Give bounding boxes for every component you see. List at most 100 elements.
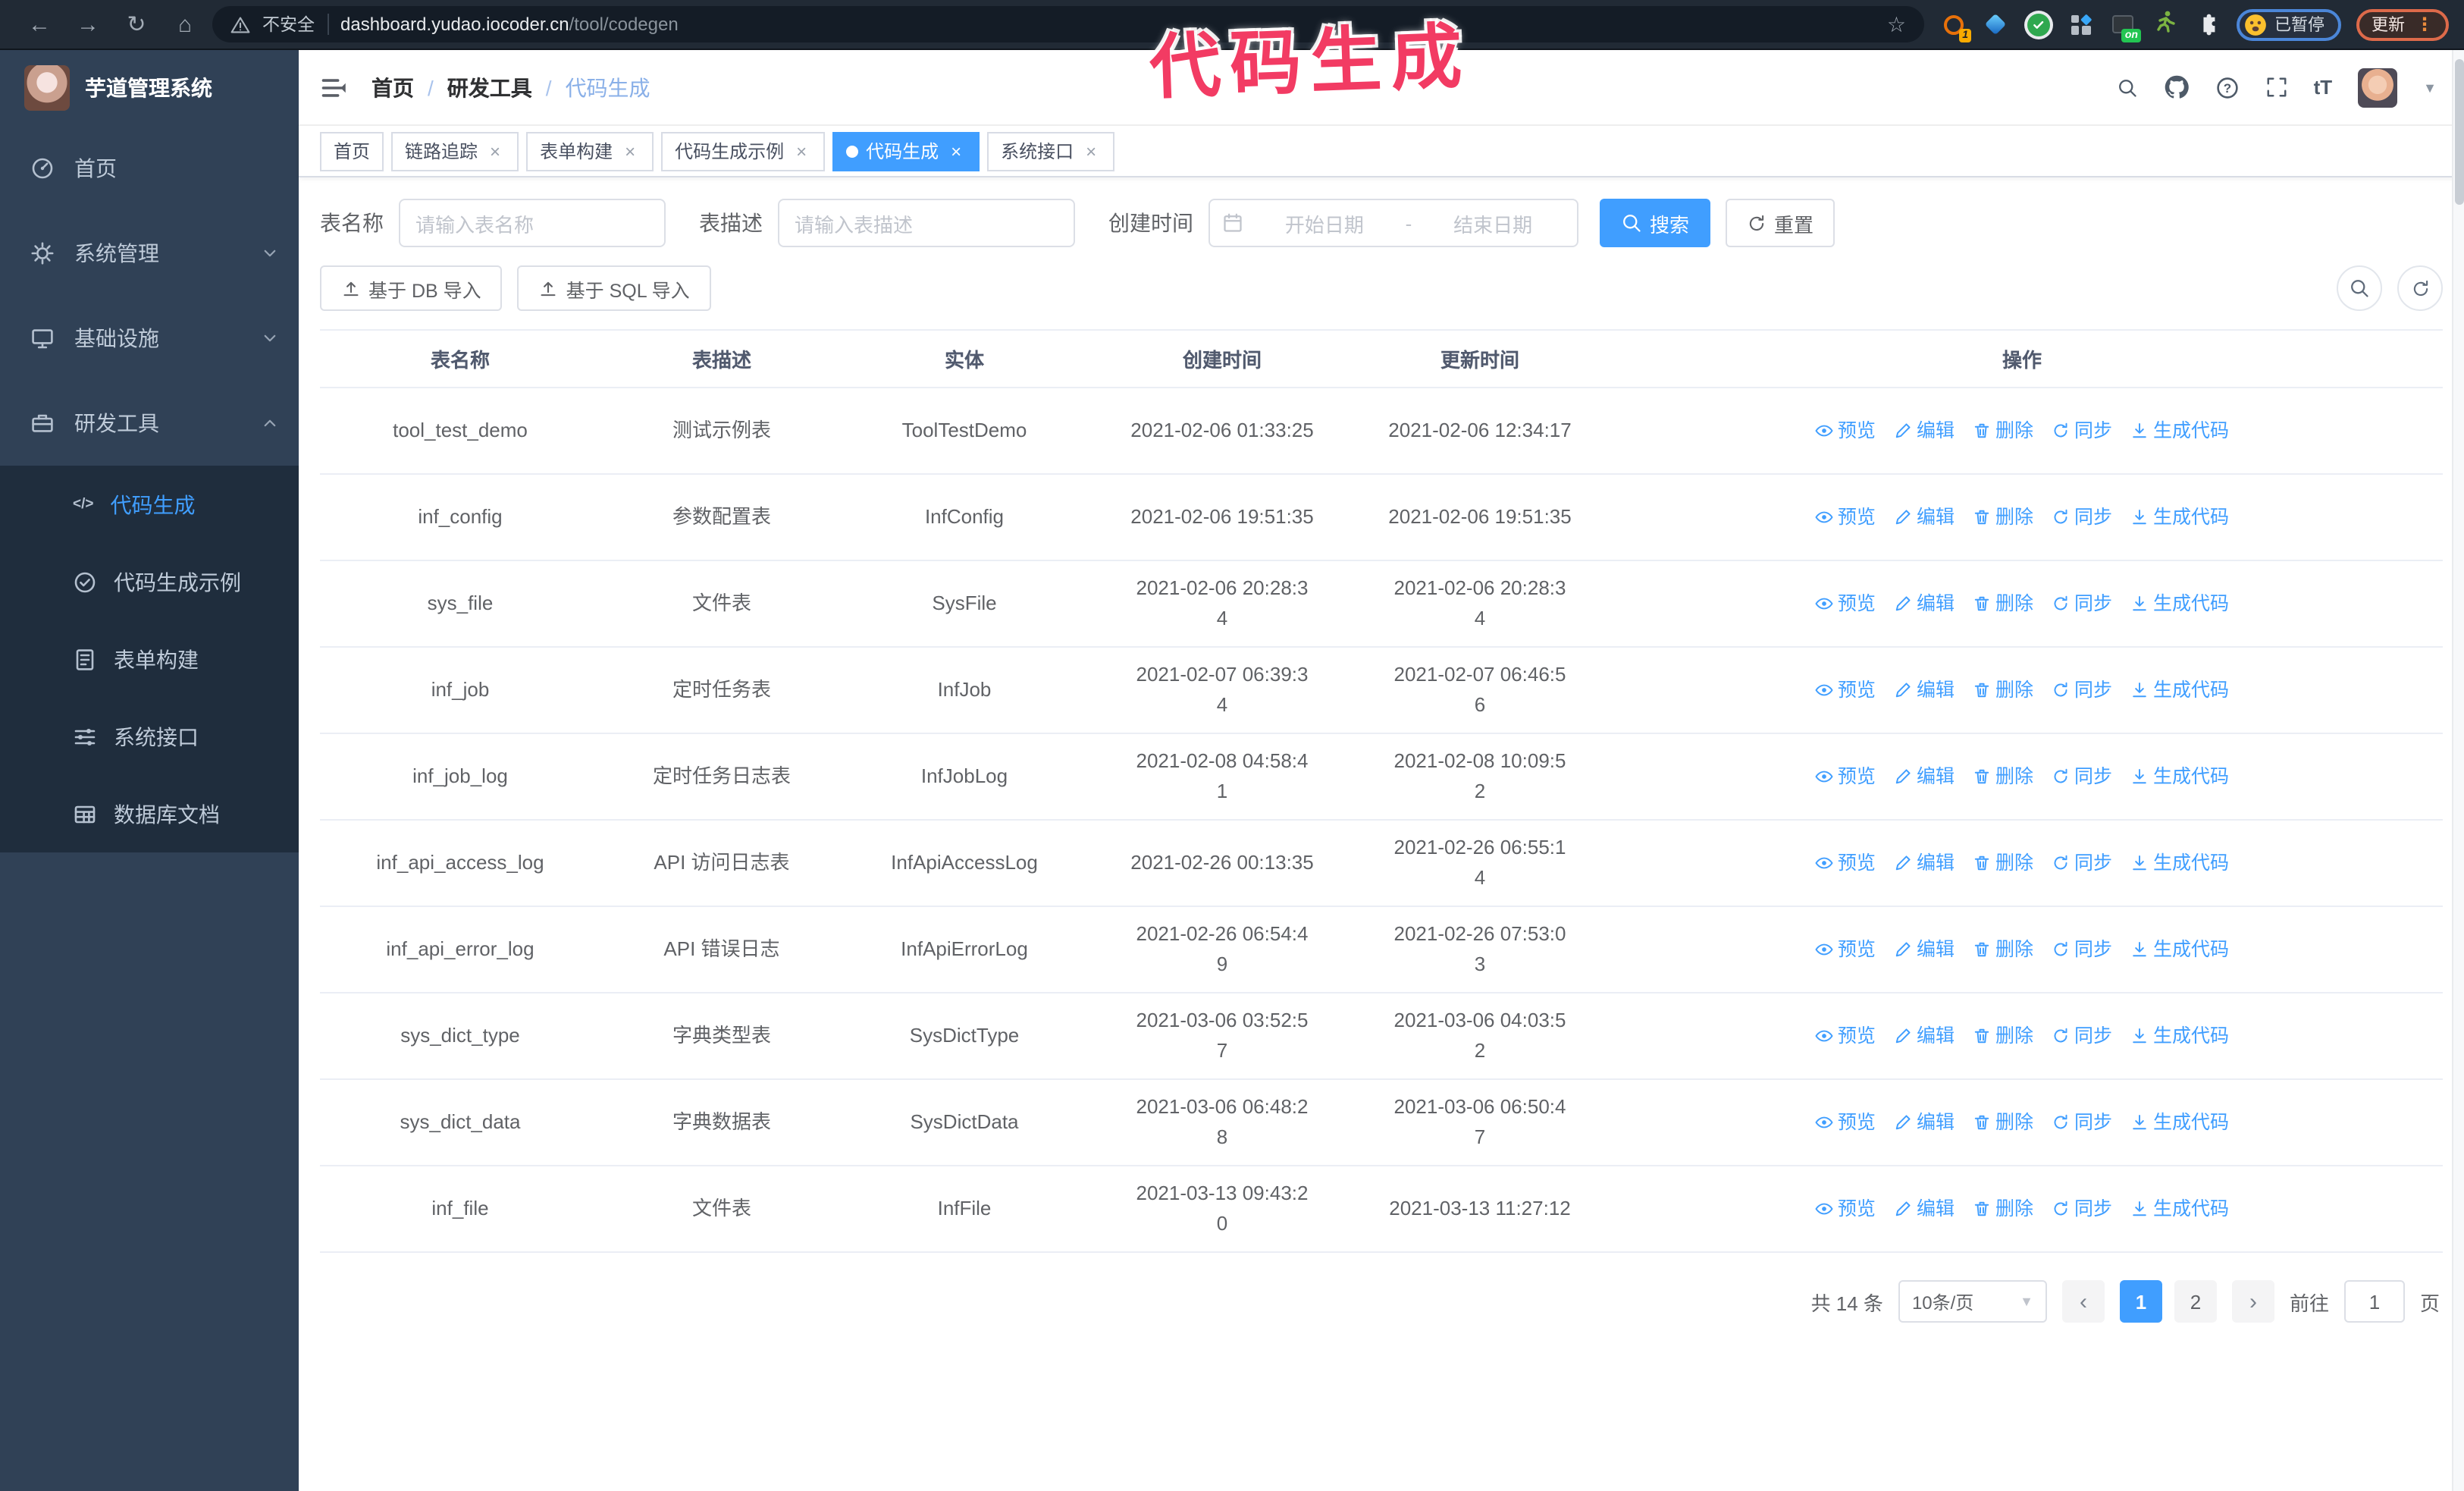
toggle-search-button[interactable]: [2337, 265, 2382, 311]
sidebar-item-system-api[interactable]: 系统接口: [0, 698, 299, 775]
delete-link[interactable]: 删除: [1973, 502, 2033, 532]
sync-link[interactable]: 同步: [2052, 675, 2112, 705]
sidebar-item-home[interactable]: 首页: [0, 126, 299, 211]
close-icon[interactable]: ×: [620, 140, 640, 162]
user-avatar[interactable]: [2358, 67, 2398, 107]
edit-link[interactable]: 编辑: [1894, 1194, 1955, 1224]
scrollbar-thumb[interactable]: [2455, 59, 2464, 205]
sync-link[interactable]: 同步: [2052, 502, 2112, 532]
bookmark-star-icon[interactable]: ☆: [1887, 11, 1906, 37]
sidebar-item-infra[interactable]: 基础设施: [0, 296, 299, 381]
goto-page-input[interactable]: 1: [2343, 1280, 2405, 1323]
sync-link[interactable]: 同步: [2052, 589, 2112, 619]
delete-link[interactable]: 删除: [1973, 589, 2033, 619]
extension-orange-ring-icon[interactable]: 1: [1936, 8, 1971, 42]
date-range-picker[interactable]: 开始日期 - 结束日期: [1208, 199, 1578, 247]
delete-link[interactable]: 删除: [1973, 675, 2033, 705]
generate-code-link[interactable]: 生成代码: [2130, 848, 2229, 878]
breadcrumb-item[interactable]: 首页: [371, 72, 414, 102]
extension-puzzle-icon[interactable]: [2191, 8, 2224, 41]
sync-link[interactable]: 同步: [2052, 761, 2112, 792]
tab-system-api[interactable]: 系统接口 ×: [987, 131, 1115, 171]
edit-link[interactable]: 编辑: [1894, 761, 1955, 792]
generate-code-link[interactable]: 生成代码: [2130, 934, 2229, 965]
table-desc-input[interactable]: 请输入表描述: [778, 199, 1075, 247]
tab-form-builder[interactable]: 表单构建 ×: [526, 131, 654, 171]
tab-home[interactable]: 首页: [320, 131, 384, 171]
extension-power-icon[interactable]: on: [2106, 8, 2141, 42]
prev-page-button[interactable]: ‹: [2061, 1280, 2105, 1323]
delete-link[interactable]: 删除: [1973, 1021, 2033, 1051]
page-size-select[interactable]: 10条/页 ▼: [1898, 1280, 2047, 1323]
edit-link[interactable]: 编辑: [1894, 589, 1955, 619]
back-arrow-icon[interactable]: ←: [15, 11, 64, 37]
edit-link[interactable]: 编辑: [1894, 416, 1955, 446]
sync-link[interactable]: 同步: [2052, 848, 2112, 878]
generate-code-link[interactable]: 生成代码: [2130, 502, 2229, 532]
forward-arrow-icon[interactable]: →: [64, 11, 112, 37]
edit-link[interactable]: 编辑: [1894, 675, 1955, 705]
sidebar-item-codegen[interactable]: </> 代码生成: [0, 466, 299, 543]
font-size-icon[interactable]: tT: [2314, 76, 2333, 99]
generate-code-link[interactable]: 生成代码: [2130, 1021, 2229, 1051]
next-page-button[interactable]: ›: [2231, 1280, 2274, 1323]
page-button-1[interactable]: 1: [2119, 1280, 2162, 1323]
refresh-table-button[interactable]: [2397, 265, 2443, 311]
extension-blue-diamond-icon[interactable]: [1979, 8, 2012, 41]
delete-link[interactable]: 删除: [1973, 761, 2033, 792]
fullscreen-icon[interactable]: [2265, 76, 2288, 99]
preview-link[interactable]: 预览: [1815, 502, 1876, 532]
search-button[interactable]: 搜索: [1600, 199, 1711, 247]
delete-link[interactable]: 删除: [1973, 934, 2033, 965]
preview-link[interactable]: 预览: [1815, 848, 1876, 878]
address-bar[interactable]: 不安全 dashboard.yudao.iocoder.cn/tool/code…: [212, 6, 1924, 42]
import-db-button[interactable]: 基于 DB 导入: [320, 265, 503, 311]
generate-code-link[interactable]: 生成代码: [2130, 1194, 2229, 1224]
help-icon[interactable]: ?: [2215, 75, 2240, 99]
preview-link[interactable]: 预览: [1815, 1194, 1876, 1224]
app-logo[interactable]: 芋道管理系统: [0, 50, 299, 126]
tab-codegen[interactable]: 代码生成 ×: [832, 131, 980, 171]
preview-link[interactable]: 预览: [1815, 1107, 1876, 1138]
sidebar-item-system[interactable]: 系统管理: [0, 211, 299, 296]
delete-link[interactable]: 删除: [1973, 416, 2033, 446]
sync-link[interactable]: 同步: [2052, 934, 2112, 965]
preview-link[interactable]: 预览: [1815, 761, 1876, 792]
sync-link[interactable]: 同步: [2052, 1194, 2112, 1224]
extension-green-check-icon[interactable]: [2021, 8, 2055, 41]
preview-link[interactable]: 预览: [1815, 589, 1876, 619]
generate-code-link[interactable]: 生成代码: [2130, 416, 2229, 446]
delete-link[interactable]: 删除: [1973, 1107, 2033, 1138]
hamburger-icon[interactable]: [320, 74, 347, 101]
tab-tracing[interactable]: 链路追踪 ×: [391, 131, 519, 171]
github-icon[interactable]: [2164, 74, 2190, 100]
table-name-input[interactable]: 请输入表名称: [399, 199, 666, 247]
extension-grid-icon[interactable]: [2064, 8, 2097, 41]
home-icon[interactable]: ⌂: [161, 11, 209, 37]
close-icon[interactable]: ×: [946, 140, 966, 162]
generate-code-link[interactable]: 生成代码: [2130, 589, 2229, 619]
sync-link[interactable]: 同步: [2052, 1021, 2112, 1051]
extension-runner-icon[interactable]: [2149, 8, 2182, 41]
chevron-down-icon[interactable]: ▼: [2423, 80, 2437, 95]
sidebar-item-codegen-example[interactable]: 代码生成示例: [0, 543, 299, 620]
sync-link[interactable]: 同步: [2052, 416, 2112, 446]
edit-link[interactable]: 编辑: [1894, 1107, 1955, 1138]
close-icon[interactable]: ×: [1081, 140, 1101, 162]
sidebar-item-db-doc[interactable]: 数据库文档: [0, 775, 299, 852]
sidebar-item-form-builder[interactable]: 表单构建: [0, 620, 299, 698]
delete-link[interactable]: 删除: [1973, 1194, 2033, 1224]
close-icon[interactable]: ×: [485, 140, 505, 162]
import-sql-button[interactable]: 基于 SQL 导入: [517, 265, 711, 311]
edit-link[interactable]: 编辑: [1894, 934, 1955, 965]
search-icon[interactable]: [2117, 77, 2138, 98]
preview-link[interactable]: 预览: [1815, 675, 1876, 705]
delete-link[interactable]: 删除: [1973, 848, 2033, 878]
preview-link[interactable]: 预览: [1815, 416, 1876, 446]
edit-link[interactable]: 编辑: [1894, 1021, 1955, 1051]
generate-code-link[interactable]: 生成代码: [2130, 675, 2229, 705]
profile-chip[interactable]: 已暂停: [2237, 8, 2341, 40]
reset-button[interactable]: 重置: [1726, 199, 1835, 247]
update-button[interactable]: 更新 ⋮: [2356, 8, 2449, 40]
kebab-menu-icon[interactable]: ⋮: [2415, 14, 2434, 35]
